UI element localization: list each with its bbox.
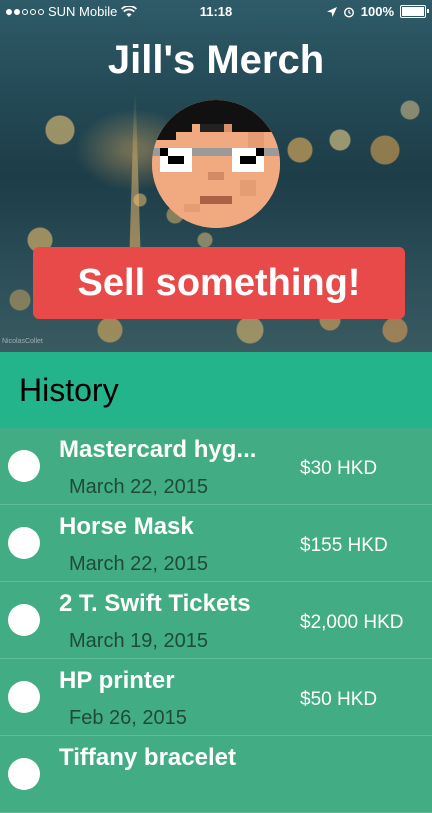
list-item[interactable]: Tiffany bracelet	[0, 736, 432, 813]
item-thumbnail	[8, 527, 40, 559]
item-name: Mastercard hyg...	[59, 436, 257, 463]
history-list: Mastercard hyg... March 22, 2015 $30 HKD…	[0, 428, 432, 813]
item-thumbnail	[8, 758, 40, 790]
list-item[interactable]: Mastercard hyg... March 22, 2015 $30 HKD	[0, 428, 432, 505]
list-item[interactable]: 2 T. Swift Tickets March 19, 2015 $2,000…	[0, 582, 432, 659]
history-header: History	[0, 352, 432, 428]
item-name: 2 T. Swift Tickets	[59, 590, 251, 617]
item-name: HP printer	[59, 667, 175, 694]
sell-something-button[interactable]: Sell something!	[33, 247, 405, 319]
item-thumbnail	[8, 681, 40, 713]
status-bar: SUN Mobile 11:18 100%	[0, 0, 432, 24]
item-price: $50 HKD	[300, 689, 378, 710]
list-item[interactable]: HP printer Feb 26, 2015 $50 HKD	[0, 659, 432, 736]
item-price: $2,000 HKD	[300, 612, 404, 633]
item-thumbnail	[8, 604, 40, 636]
location-arrow-icon	[326, 6, 337, 17]
page-title: Jill's Merch	[107, 38, 325, 82]
history-title: History	[19, 372, 119, 408]
item-date: March 19, 2015	[69, 630, 208, 652]
item-thumbnail	[8, 450, 40, 482]
battery-icon	[400, 5, 429, 18]
battery-percentage: 100%	[360, 4, 394, 19]
photo-credit-watermark: NicolasCollet	[2, 338, 43, 345]
item-name: Horse Mask	[59, 513, 194, 540]
item-date: March 22, 2015	[69, 476, 208, 498]
avatar[interactable]	[152, 100, 280, 228]
item-price: $30 HKD	[300, 458, 378, 479]
item-date: March 22, 2015	[69, 553, 208, 575]
item-price: $155 HKD	[300, 535, 388, 556]
list-item[interactable]: Horse Mask March 22, 2015 $155 HKD	[0, 505, 432, 582]
alarm-clock-icon	[343, 6, 354, 18]
item-date: Feb 26, 2015	[69, 707, 187, 729]
